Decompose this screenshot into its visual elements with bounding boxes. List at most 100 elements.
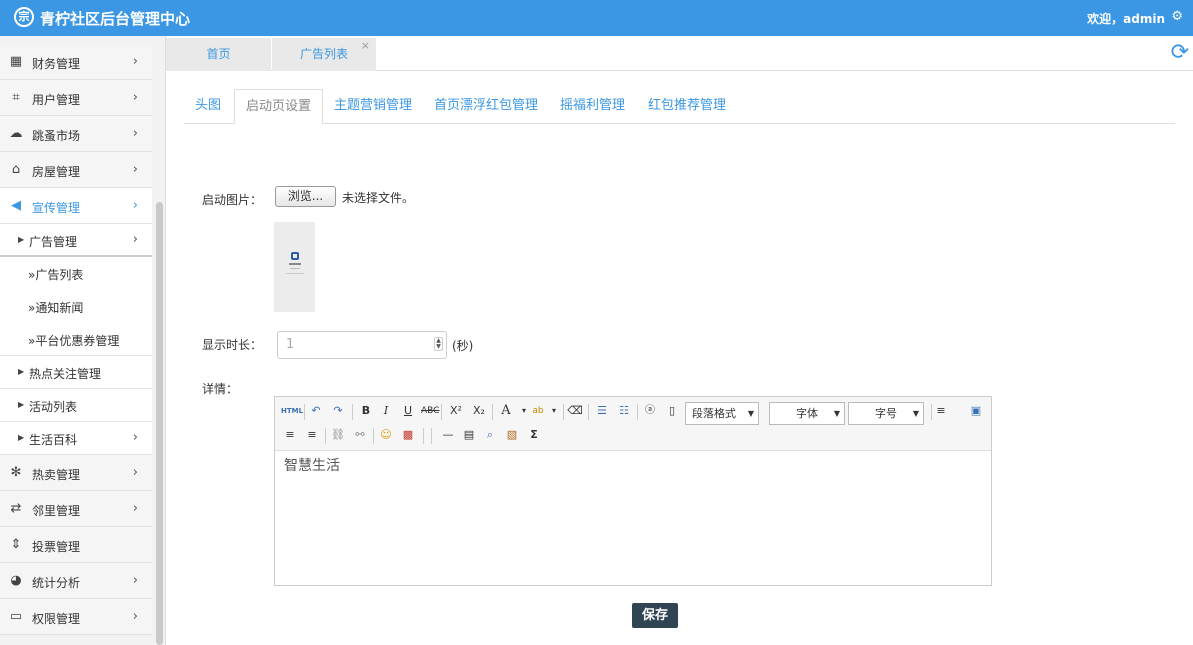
undo-icon[interactable]: ↶ bbox=[307, 402, 325, 420]
toolbar-separator bbox=[373, 428, 374, 444]
preview-line bbox=[289, 263, 301, 265]
submenu-label: »平台优惠券管理 bbox=[28, 334, 120, 348]
submenu-label: 广告管理 bbox=[29, 235, 78, 249]
duration-label: 显示时长： bbox=[202, 338, 263, 352]
cloud-icon: ☁ bbox=[9, 126, 23, 141]
spinner-icon[interactable]: ▲ ▼ bbox=[434, 337, 443, 351]
sidebar-scrollbar[interactable] bbox=[156, 202, 163, 645]
horizontal-rule-icon[interactable]: — bbox=[439, 426, 457, 444]
toolbar-separator bbox=[637, 404, 638, 420]
caret-right-icon: ▶ bbox=[18, 433, 25, 442]
caret-right-icon: ▶ bbox=[18, 235, 25, 244]
select-value: 字号 bbox=[875, 407, 897, 420]
emoji-icon[interactable]: ☺ bbox=[377, 426, 395, 444]
sidebar-item-flea-market[interactable]: ☁ 跳蚤市场 › bbox=[0, 116, 152, 152]
bold-icon[interactable]: B bbox=[357, 402, 375, 420]
welcome-user[interactable]: 欢迎，admin bbox=[1087, 10, 1165, 27]
browse-button[interactable]: 浏览... bbox=[275, 186, 336, 207]
italic-icon[interactable]: I bbox=[377, 402, 395, 420]
submenu-ad-list[interactable]: »广告列表 bbox=[0, 257, 152, 290]
font-family-select[interactable]: 字体 ▼ bbox=[769, 402, 845, 425]
subtab-floating-redpacket[interactable]: 首页漂浮红包管理 bbox=[434, 89, 538, 124]
submenu-coupon-manage[interactable]: »平台优惠券管理 bbox=[0, 323, 152, 356]
chevron-right-icon: › bbox=[132, 501, 138, 516]
submenu-label: »通知新闻 bbox=[28, 301, 84, 315]
no-file-text: 未选择文件。 bbox=[342, 191, 415, 205]
toolbar-separator bbox=[431, 428, 432, 444]
align-left-icon[interactable]: ≡ bbox=[932, 402, 950, 420]
refresh-icon[interactable]: ⟳ bbox=[1171, 40, 1189, 65]
unordered-list-icon[interactable]: ☷ bbox=[615, 402, 633, 420]
subscript-icon[interactable]: X₂ bbox=[470, 402, 488, 420]
page-tab-strip: 首页 广告列表 × ⟳ bbox=[166, 36, 1193, 71]
toolbar-separator bbox=[352, 404, 353, 420]
anchor-icon[interactable]: ⓐ bbox=[641, 402, 659, 420]
save-button[interactable]: 保存 bbox=[632, 603, 678, 628]
sidebar-item-vote[interactable]: ⇕ 投票管理 bbox=[0, 527, 152, 563]
tab-ad-list[interactable]: 广告列表 × bbox=[272, 38, 376, 71]
sort-icon: ⇕ bbox=[10, 537, 22, 552]
submenu-label: »广告列表 bbox=[28, 268, 84, 282]
editor-content[interactable]: 智慧生活 bbox=[284, 455, 340, 475]
tab-label: 首页 bbox=[206, 47, 231, 61]
sidebar-item-promotion[interactable]: ◀ 宣传管理 › bbox=[0, 188, 152, 224]
sidebar-item-permissions[interactable]: ▭ 权限管理 › bbox=[0, 599, 152, 635]
sidebar-item-users[interactable]: ⌗ 用户管理 › bbox=[0, 80, 152, 116]
subtab-launch-settings[interactable]: 启动页设置 bbox=[234, 89, 324, 124]
sidebar-item-stats[interactable]: ◕ 统计分析 › bbox=[0, 563, 152, 599]
subtab-theme-marketing[interactable]: 主题营销管理 bbox=[334, 89, 412, 124]
sidebar-item-label: 投票管理 bbox=[32, 540, 81, 554]
sidebar-item-hot-sale[interactable]: ✻ 热卖管理 › bbox=[0, 455, 152, 491]
preview-line bbox=[286, 273, 304, 274]
chevron-down-icon: ▼ bbox=[747, 409, 754, 418]
image-icon[interactable]: ▩ bbox=[399, 426, 417, 444]
eraser-icon[interactable]: ⌫ bbox=[566, 402, 584, 420]
submenu-life-wiki[interactable]: ▶ 生活百科 › bbox=[0, 422, 152, 455]
paragraph-format-select[interactable]: 段落格式 ▼ bbox=[685, 402, 759, 425]
submenu-ad-manage[interactable]: ▶ 广告管理 › bbox=[0, 224, 152, 257]
print-icon[interactable]: ▤ bbox=[460, 426, 478, 444]
unlink-icon[interactable]: ⚯ bbox=[351, 426, 369, 444]
link-icon[interactable]: ⛓ bbox=[329, 426, 347, 444]
submenu-label: 生活百科 bbox=[29, 433, 78, 447]
ordered-list-icon[interactable]: ☰ bbox=[593, 402, 611, 420]
submenu-activity-list[interactable]: ▶ 活动列表 bbox=[0, 389, 152, 422]
subtab-banner[interactable]: 头图 bbox=[195, 89, 221, 124]
toolbar-separator bbox=[563, 404, 564, 420]
chevron-down-icon[interactable]: ▾ bbox=[545, 402, 563, 420]
font-color-icon[interactable]: A bbox=[497, 402, 515, 420]
paste-icon[interactable]: ▧ bbox=[503, 426, 521, 444]
duration-unit: (秒) bbox=[452, 339, 474, 353]
detail-label: 详情： bbox=[202, 382, 239, 396]
tab-home[interactable]: 首页 bbox=[166, 38, 271, 71]
sidebar-item-finance[interactable]: ▦ 财务管理 › bbox=[0, 44, 152, 80]
underline-icon[interactable]: U bbox=[399, 402, 417, 420]
close-icon[interactable]: × bbox=[361, 29, 370, 62]
subtab-shake-welfare[interactable]: 摇福利管理 bbox=[560, 89, 625, 124]
chevron-right-icon: › bbox=[132, 465, 138, 480]
strikethrough-icon[interactable]: ABC bbox=[421, 402, 439, 420]
retweet-icon: ⇄ bbox=[10, 501, 22, 516]
preview-monitor-icon[interactable]: ▣ bbox=[967, 402, 985, 420]
toolbar-separator bbox=[441, 404, 442, 420]
font-size-select[interactable]: 字号 ▼ bbox=[848, 402, 924, 425]
sidebar-item-label: 跳蚤市场 bbox=[32, 129, 81, 143]
gear-icon[interactable]: ⚙ bbox=[1171, 9, 1183, 24]
sidebar-item-neighbor[interactable]: ⇄ 邻里管理 › bbox=[0, 491, 152, 527]
align-center-icon[interactable]: ≡ bbox=[281, 426, 299, 444]
sidebar-item-housing[interactable]: ⌂ 房屋管理 › bbox=[0, 152, 152, 188]
subtab-redpacket-recommend[interactable]: 红包推荐管理 bbox=[648, 89, 726, 124]
launch-image-preview bbox=[274, 222, 315, 312]
search-replace-icon[interactable]: ⌕ bbox=[481, 426, 499, 444]
align-right-icon[interactable]: ≡ bbox=[303, 426, 321, 444]
superscript-icon[interactable]: X² bbox=[447, 402, 465, 420]
formula-icon[interactable]: Σ bbox=[525, 426, 543, 444]
sidebar-item-label: 宣传管理 bbox=[32, 201, 81, 215]
submenu-notice-news[interactable]: »通知新闻 bbox=[0, 290, 152, 323]
submenu-label: 热点关注管理 bbox=[29, 367, 102, 381]
redo-icon[interactable]: ↷ bbox=[329, 402, 347, 420]
submenu-hot-focus[interactable]: ▶ 热点关注管理 bbox=[0, 356, 152, 389]
html-source-icon[interactable]: HTML bbox=[281, 402, 303, 420]
page-icon[interactable]: ▯ bbox=[663, 402, 681, 420]
duration-input[interactable]: 1 bbox=[277, 331, 447, 359]
